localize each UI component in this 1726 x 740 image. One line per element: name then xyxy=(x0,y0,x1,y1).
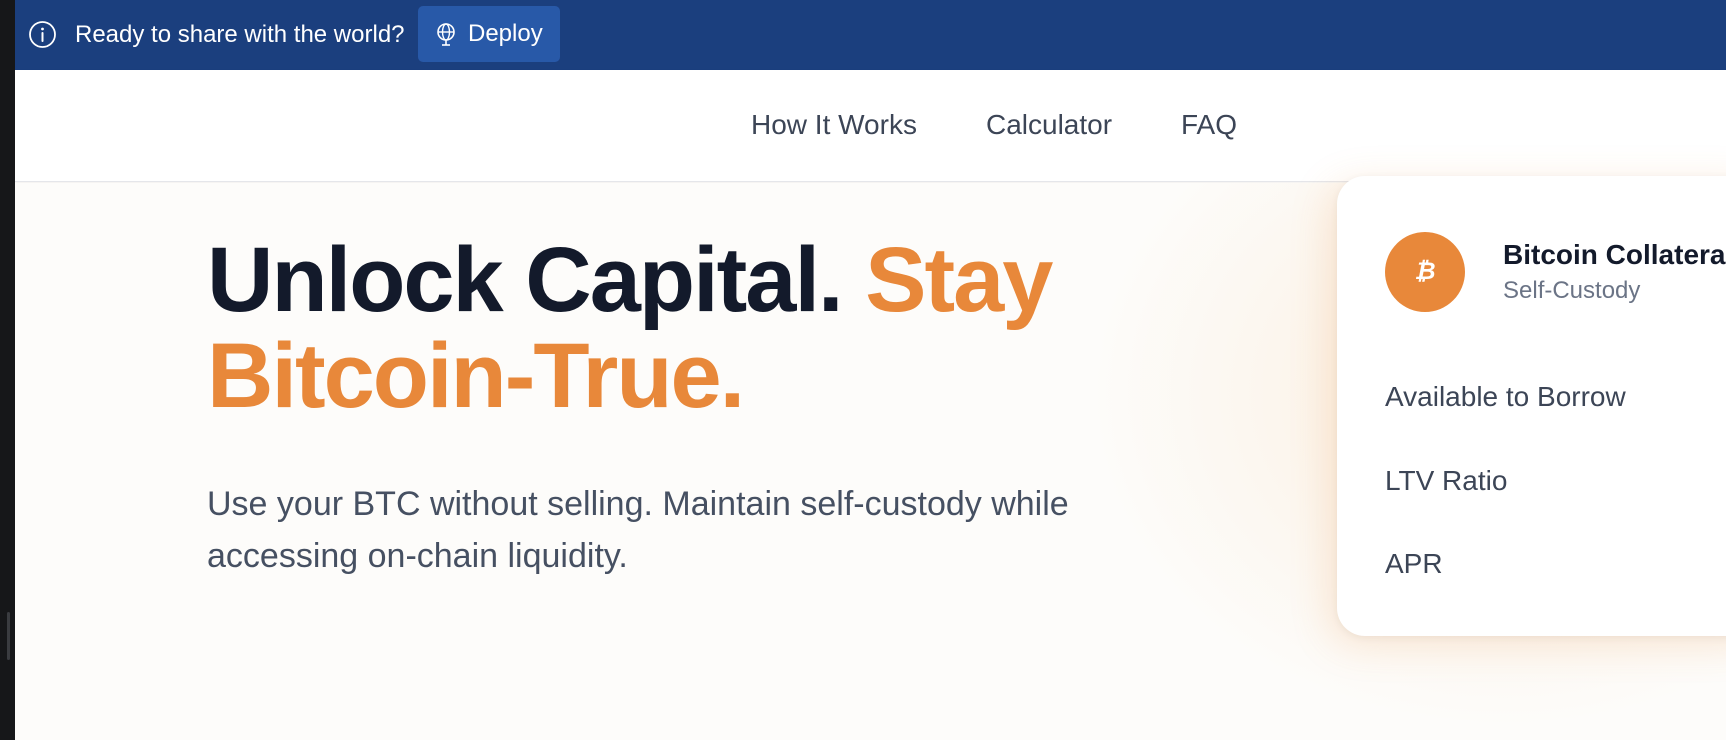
window-edge xyxy=(0,0,15,740)
bitcoin-icon: ₿ xyxy=(1385,232,1465,312)
page: Ready to share with the world? Deploy Ho… xyxy=(15,0,1726,740)
globe-icon xyxy=(437,23,455,46)
headline-accent-line2: Bitcoin-True. xyxy=(207,325,745,427)
nav-link-how-it-works[interactable]: How It Works xyxy=(751,108,917,142)
nav-link-faq[interactable]: FAQ xyxy=(1181,108,1237,142)
banner-message: Ready to share with the world? xyxy=(75,21,405,48)
apr-label: APR xyxy=(1385,548,1443,579)
ltv-ratio-label: LTV Ratio xyxy=(1385,465,1508,496)
headline-dark-part: Unlock Capital. xyxy=(207,229,844,331)
hero-headline: Unlock Capital. Stay Bitcoin-True. xyxy=(207,232,1207,424)
card-subtitle: Self-Custody xyxy=(1503,277,1641,304)
info-icon xyxy=(29,21,56,48)
hero-subtext: Use your BTC without selling. Maintain s… xyxy=(207,485,1069,575)
collateral-card: ₿ Bitcoin Collateral Self-Custody Availa… xyxy=(1337,176,1726,636)
deploy-banner: Ready to share with the world? Deploy xyxy=(15,0,1726,70)
available-to-borrow-label: Available to Borrow xyxy=(1385,381,1626,412)
resize-handle[interactable] xyxy=(7,612,10,660)
nav-link-calculator[interactable]: Calculator xyxy=(986,108,1112,142)
deploy-button[interactable]: Deploy xyxy=(418,6,560,62)
headline-accent-part: Stay xyxy=(865,229,1053,331)
top-nav: How It Works Calculator FAQ xyxy=(15,70,1726,182)
deploy-button-label: Deploy xyxy=(468,20,543,47)
card-title: Bitcoin Collateral xyxy=(1503,239,1726,270)
bitcoin-glyph: ₿ xyxy=(1414,258,1436,285)
